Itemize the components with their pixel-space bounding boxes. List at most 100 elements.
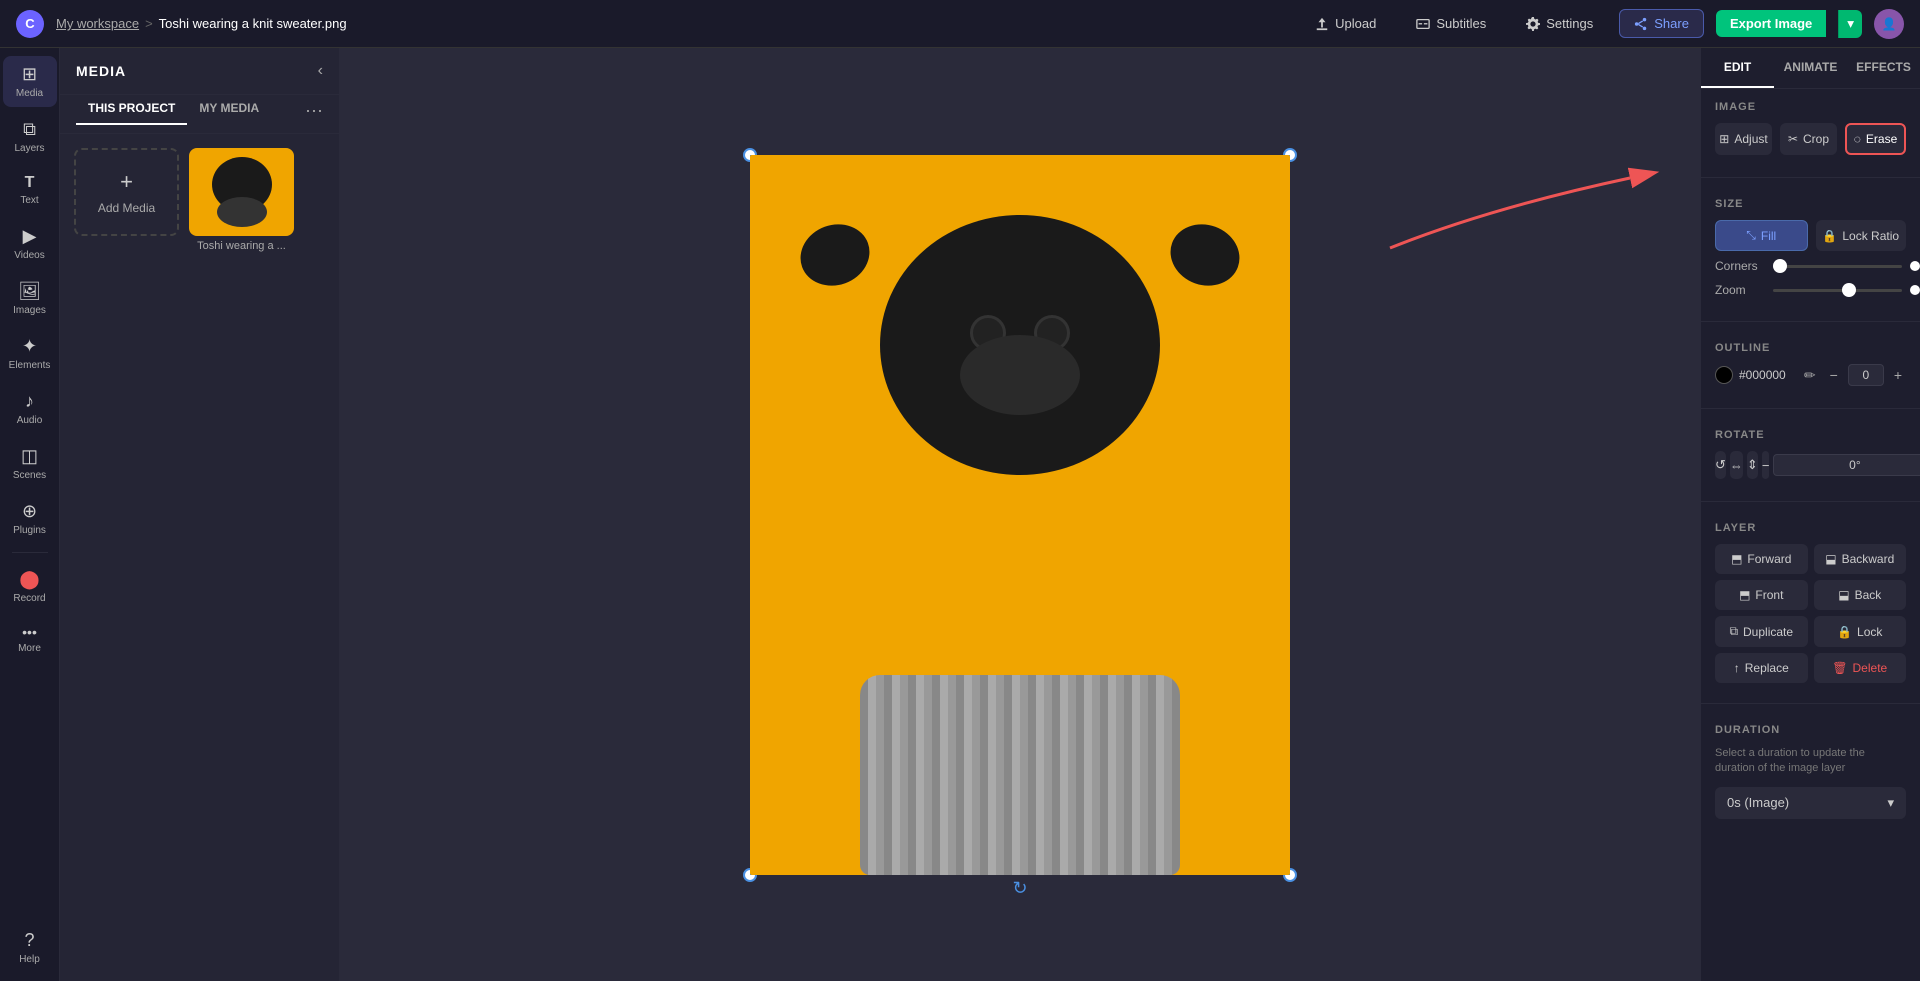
- pug-ear-right: [1162, 214, 1248, 294]
- backward-button[interactable]: ⬓ Backward: [1814, 544, 1907, 574]
- zoom-slider[interactable]: [1773, 289, 1902, 292]
- replace-button[interactable]: ↑ Replace: [1715, 653, 1808, 683]
- layers-icon: ⧉: [23, 119, 36, 140]
- back-button[interactable]: ⬓ Back: [1814, 580, 1907, 610]
- media-panel-close-button[interactable]: ‹: [318, 62, 323, 80]
- sidebar-divider: [12, 552, 48, 553]
- rotate-input[interactable]: [1773, 454, 1920, 476]
- sidebar-item-text[interactable]: T Text: [3, 166, 57, 214]
- delete-icon: 🗑: [1832, 661, 1847, 675]
- left-sidebar: ⊞ Media ⧉ Layers T Text ▶ Videos 🖼 Image…: [0, 48, 60, 981]
- sidebar-item-images[interactable]: 🖼 Images: [3, 273, 57, 324]
- add-media-button[interactable]: + Add Media: [74, 148, 179, 236]
- crop-button[interactable]: ✂ Crop: [1780, 123, 1837, 155]
- media-panel-title: MEDIA: [76, 63, 126, 79]
- flip-h-button[interactable]: ⇔: [1730, 451, 1743, 479]
- lock-ratio-button[interactable]: 🔒 Lock Ratio: [1816, 220, 1907, 251]
- tab-effects[interactable]: EFFECTS: [1847, 48, 1920, 88]
- app-logo: C: [16, 10, 44, 38]
- sidebar-item-audio[interactable]: ♪ Audio: [3, 383, 57, 434]
- media-panel-more-button[interactable]: ···: [305, 100, 323, 121]
- tab-edit[interactable]: EDIT: [1701, 48, 1774, 88]
- media-panel: MEDIA ‹ THIS PROJECT MY MEDIA ··· + Add …: [60, 48, 340, 981]
- rotate-ccw-button[interactable]: ↺: [1715, 451, 1726, 479]
- duration-desc: Select a duration to update the duration…: [1715, 746, 1906, 777]
- outline-eyedropper[interactable]: ✏: [1800, 365, 1820, 386]
- flip-v-button[interactable]: ⇕: [1747, 451, 1758, 479]
- upload-button[interactable]: Upload: [1301, 10, 1390, 37]
- erase-button[interactable]: ◌ Erase: [1845, 123, 1906, 155]
- scenes-icon: ◫: [21, 446, 38, 467]
- sidebar-item-more[interactable]: ••• More: [3, 616, 57, 662]
- duration-dropdown[interactable]: 0s (Image) ▾: [1715, 787, 1906, 819]
- replace-icon: ↑: [1734, 661, 1740, 675]
- rotate-row: ↺ ⇔ ⇕ − +: [1715, 451, 1906, 479]
- outline-value-input[interactable]: [1848, 364, 1884, 386]
- rotate-section-title: ROTATE: [1715, 429, 1906, 441]
- fill-button[interactable]: ⤡ Fill: [1715, 220, 1808, 251]
- tab-animate[interactable]: ANIMATE: [1774, 48, 1847, 88]
- fill-icon: ⤡: [1746, 228, 1756, 243]
- media-thumb-label: Toshi wearing a ...: [189, 240, 294, 252]
- rotate-section: ROTATE ↺ ⇔ ⇕ − +: [1701, 417, 1920, 493]
- workspace-link[interactable]: My workspace: [56, 16, 139, 31]
- corners-slider[interactable]: [1773, 265, 1902, 268]
- sidebar-item-label: Media: [16, 88, 43, 99]
- record-icon: ⬤: [19, 569, 39, 590]
- media-thumbnail[interactable]: [189, 148, 294, 236]
- breadcrumb: My workspace > Toshi wearing a knit swea…: [56, 16, 347, 31]
- delete-button[interactable]: 🗑 Delete: [1814, 653, 1907, 683]
- rotate-minus[interactable]: −: [1762, 451, 1770, 479]
- sidebar-item-label: Plugins: [13, 525, 46, 536]
- sidebar-item-layers[interactable]: ⧉ Layers: [3, 111, 57, 162]
- tab-my-media[interactable]: MY MEDIA: [187, 95, 271, 125]
- tab-this-project[interactable]: THIS PROJECT: [76, 95, 187, 125]
- adjust-button[interactable]: ⊞ Adjust: [1715, 123, 1772, 155]
- front-button[interactable]: ⬒ Front: [1715, 580, 1808, 610]
- outline-section: OUTLINE #000000 ✏ − +: [1701, 330, 1920, 400]
- settings-button[interactable]: Settings: [1512, 10, 1607, 37]
- sidebar-item-label: Images: [13, 305, 46, 316]
- outline-minus[interactable]: −: [1826, 365, 1842, 385]
- sidebar-item-label: Elements: [9, 360, 51, 371]
- videos-icon: ▶: [23, 226, 37, 247]
- forward-button[interactable]: ⬒ Forward: [1715, 544, 1808, 574]
- backward-icon: ⬓: [1825, 552, 1836, 566]
- layer-section: LAYER ⬒ Forward ⬓ Backward ⬒ Front ⬓ Bac…: [1701, 510, 1920, 695]
- share-button[interactable]: Share: [1619, 9, 1704, 38]
- plugins-icon: ⊕: [22, 501, 37, 522]
- right-panel: EDIT ANIMATE EFFECTS IMAGE ⊞ Adjust ✂ Cr…: [1700, 48, 1920, 981]
- lock-button[interactable]: 🔒 Lock: [1814, 616, 1907, 647]
- back-icon: ⬓: [1838, 588, 1849, 602]
- sidebar-item-record[interactable]: ⬤ Record: [3, 561, 57, 612]
- sidebar-item-media[interactable]: ⊞ Media: [3, 56, 57, 107]
- pug-ear-left: [792, 214, 878, 294]
- sidebar-item-label: Scenes: [13, 470, 46, 481]
- duplicate-button[interactable]: ⧉ Duplicate: [1715, 616, 1808, 647]
- canvas-refresh-icon[interactable]: ↻: [1012, 878, 1027, 899]
- size-section: SIZE ⤡ Fill 🔒 Lock Ratio Corners Zoom: [1701, 186, 1920, 313]
- subtitles-button[interactable]: Subtitles: [1402, 10, 1500, 37]
- sidebar-item-videos[interactable]: ▶ Videos: [3, 218, 57, 269]
- images-icon: 🖼: [18, 281, 41, 302]
- media-panel-header: MEDIA ‹: [60, 48, 339, 95]
- media-panel-tabs: THIS PROJECT MY MEDIA: [76, 95, 271, 125]
- sidebar-item-help[interactable]: ? Help: [3, 922, 57, 973]
- export-chevron[interactable]: ▾: [1838, 10, 1862, 38]
- export-button[interactable]: Export Image: [1716, 10, 1826, 37]
- media-icon: ⊞: [22, 64, 37, 85]
- image-section: IMAGE ⊞ Adjust ✂ Crop ◌ Erase: [1701, 89, 1920, 169]
- outline-plus[interactable]: +: [1890, 365, 1906, 385]
- pug-scene: [750, 155, 1290, 875]
- help-icon: ?: [24, 930, 34, 951]
- outline-color-picker[interactable]: [1715, 366, 1733, 384]
- media-item[interactable]: Toshi wearing a ...: [189, 148, 294, 252]
- sidebar-item-plugins[interactable]: ⊕ Plugins: [3, 493, 57, 544]
- crop-icon: ✂: [1788, 132, 1798, 146]
- canvas-image[interactable]: [750, 155, 1290, 875]
- avatar: 👤: [1874, 9, 1904, 39]
- sidebar-item-scenes[interactable]: ◫ Scenes: [3, 438, 57, 489]
- topbar: C My workspace > Toshi wearing a knit sw…: [0, 0, 1920, 48]
- sidebar-item-elements[interactable]: ✦ Elements: [3, 328, 57, 379]
- adjust-icon: ⊞: [1719, 132, 1729, 146]
